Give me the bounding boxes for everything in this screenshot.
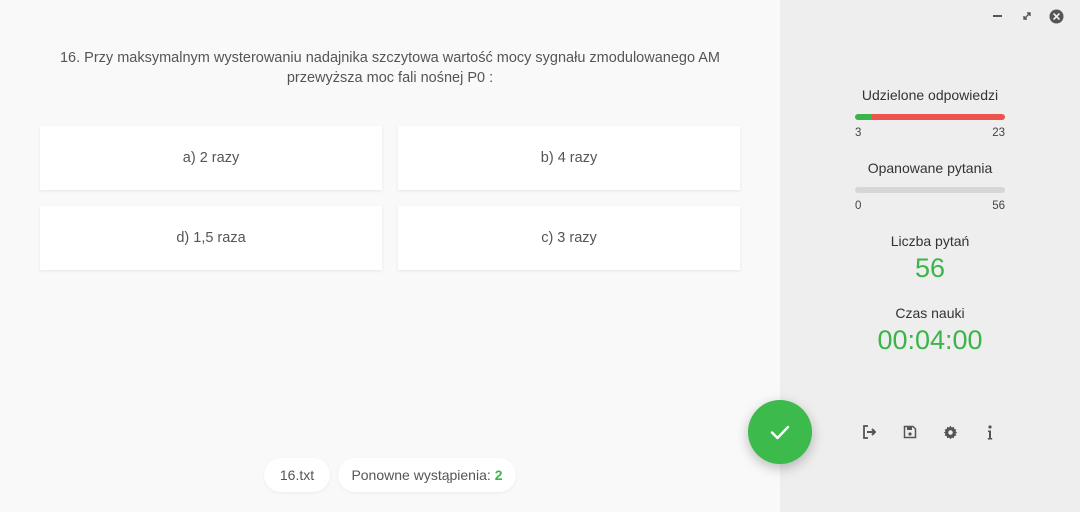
gear-icon [943, 425, 958, 440]
minimize-icon [992, 15, 1002, 17]
answered-correct-fill [855, 114, 872, 120]
answered-wrong-count: 23 [992, 127, 1005, 139]
close-button[interactable] [1048, 8, 1064, 24]
study-time-title: Czas nauki [895, 305, 965, 321]
exit-button[interactable] [860, 422, 880, 442]
mastered-title: Opanowane pytania [867, 160, 993, 176]
answered-progress-bar [855, 114, 1005, 120]
repeat-count: 2 [494, 467, 503, 483]
question-line-1: 16. Przy maksymalnym wysterowaniu nadajn… [59, 50, 721, 66]
question-count-value: 56 [914, 253, 946, 283]
answer-label: c) 3 razy [541, 230, 597, 246]
answer-a-button[interactable]: a) 2 razy [40, 126, 382, 190]
sidebar: Udzielone odpowiedzi 3 23 Opanowane pyta… [780, 0, 1080, 512]
answer-c-button[interactable]: c) 3 razy [398, 206, 740, 270]
mastered-progress-bar [855, 187, 1005, 193]
submit-answer-button[interactable] [748, 400, 812, 464]
answer-label: b) 4 razy [540, 150, 598, 166]
mastered-max: 56 [992, 200, 1005, 212]
restore-button[interactable] [1019, 8, 1035, 24]
question-text: 16. Przy maksymalnym wysterowaniu nadajn… [40, 48, 740, 88]
answered-wrong-fill [872, 114, 1005, 120]
file-name-badge: 16.txt [264, 458, 330, 492]
minimize-button[interactable] [989, 8, 1005, 24]
mastered-min: 0 [855, 200, 862, 212]
restore-icon [1022, 11, 1032, 21]
check-icon [768, 420, 792, 444]
question-count-title: Liczba pytań [890, 233, 970, 249]
info-button[interactable] [980, 422, 1000, 442]
info-icon [987, 424, 993, 440]
answer-b-button[interactable]: b) 4 razy [398, 126, 740, 190]
save-button[interactable] [900, 422, 920, 442]
repeat-label: Ponowne wystąpienia: [351, 467, 491, 483]
repeat-count-badge: Ponowne wystąpienia: 2 [338, 458, 516, 492]
answered-title: Udzielone odpowiedzi [861, 87, 999, 103]
exit-icon [862, 425, 878, 439]
answer-label: a) 2 razy [182, 150, 240, 166]
answer-label: d) 1,5 raza [176, 230, 246, 246]
answered-correct-count: 3 [855, 127, 862, 139]
study-time-value: 00:04:00 [877, 325, 983, 355]
answer-d-button[interactable]: d) 1,5 raza [40, 206, 382, 270]
save-icon [903, 425, 917, 439]
settings-button[interactable] [940, 422, 960, 442]
file-name: 16.txt [279, 467, 315, 483]
close-icon [1049, 9, 1064, 24]
question-line-2: przewyższa moc fali nośnej P0 : [286, 70, 494, 86]
main-area: 16. Przy maksymalnym wysterowaniu nadajn… [0, 0, 780, 512]
